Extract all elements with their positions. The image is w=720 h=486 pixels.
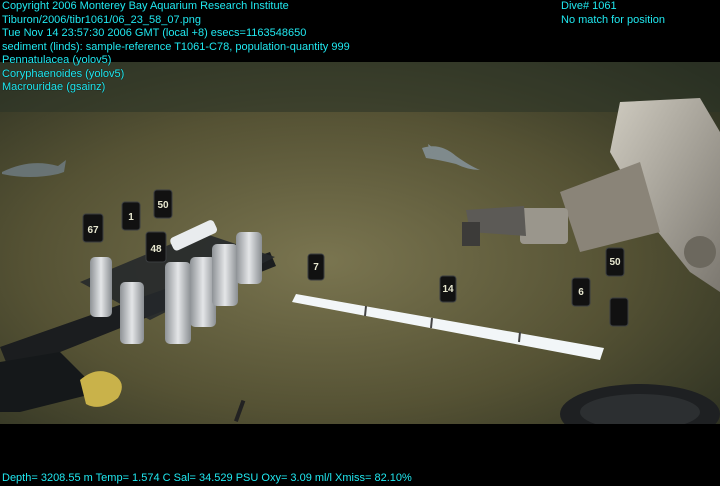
header-overlay: Copyright 2006 Monterey Bay Aquarium Res… — [2, 0, 350, 95]
position-status: No match for position — [561, 13, 665, 26]
tube-label: 14 — [442, 284, 454, 295]
annotation-sediment: sediment (linds): sample-reference T1061… — [2, 40, 350, 53]
copyright-line: Copyright 2006 Monterey Bay Aquarium Res… — [2, 0, 289, 12]
tube-label: 50 — [157, 200, 169, 211]
seafloor-image: 67 1 50 48 7 14 50 6 — [0, 62, 720, 424]
tube-label: 6 — [578, 287, 584, 298]
tube-label: 1 — [128, 212, 134, 223]
file-path-line: Tiburon/2006/tibr1061/06_23_58_07.png — [2, 13, 201, 26]
tube-label: 67 — [87, 225, 99, 236]
timestamp-line: Tue Nov 14 23:57:30 2006 GMT (local +8) … — [2, 27, 307, 39]
seafloor-scene: 67 1 50 48 7 14 50 6 — [0, 62, 720, 424]
tube-label: 48 — [150, 244, 162, 255]
telemetry-overlay: Depth= 3208.55 m Temp= 1.574 C Sal= 34.5… — [2, 472, 412, 486]
telemetry-line: Depth= 3208.55 m Temp= 1.574 C Sal= 34.5… — [2, 472, 412, 484]
dive-overlay: Dive# 1061 No match for position — [561, 0, 665, 27]
tube-label: 50 — [609, 257, 621, 268]
annotation-macrouridae: Macrouridae (gsainz) — [2, 81, 106, 93]
video-frame: 67 1 50 48 7 14 50 6 Copyright 2006 Mont… — [0, 0, 720, 486]
dive-number: Dive# 1061 — [561, 0, 617, 12]
annotation-coryphaenoides: Coryphaenoides (yolov5) — [2, 67, 125, 80]
tube-label: 7 — [313, 262, 319, 273]
annotation-pennatulacea: Pennatulacea (yolov5) — [2, 54, 112, 66]
